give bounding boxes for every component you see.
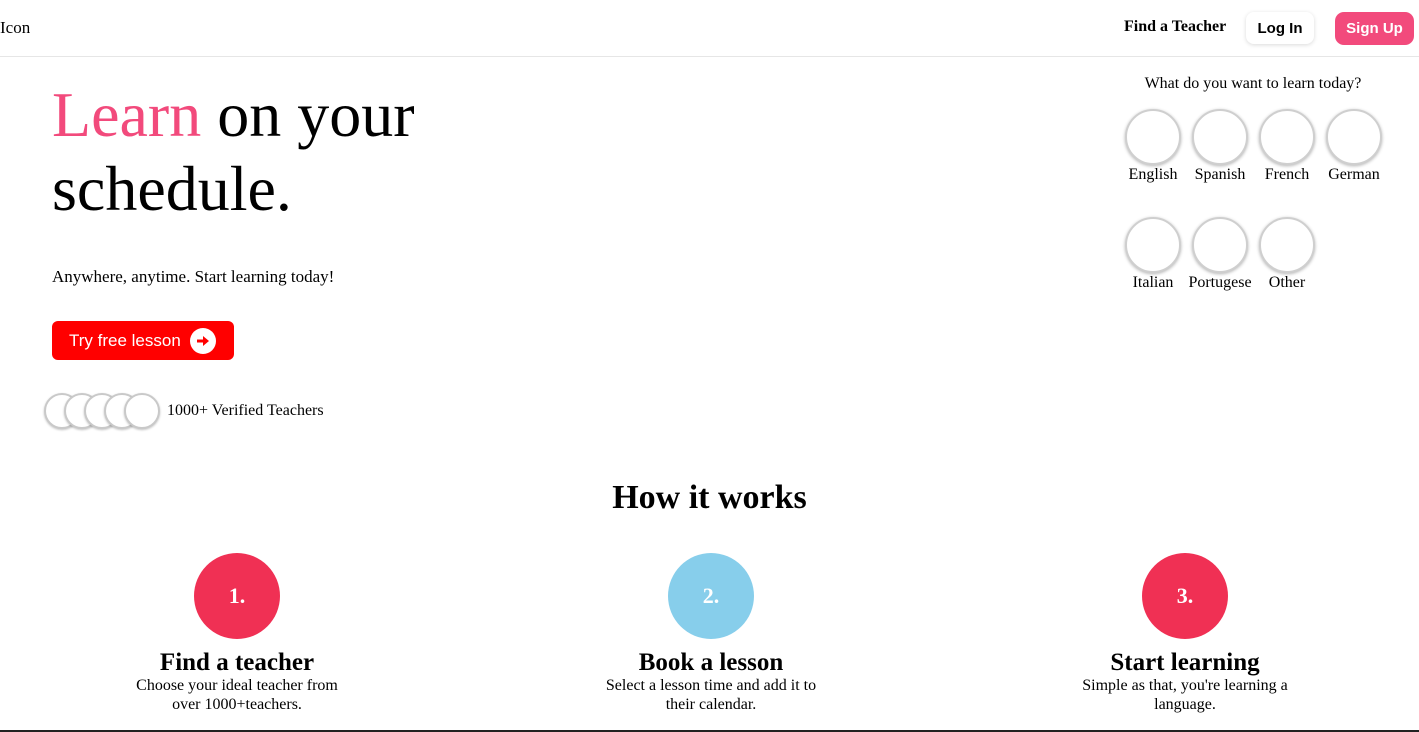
step-title: Start learning [1110,649,1260,676]
language-italian[interactable]: Italian [1118,217,1188,293]
verified-teachers-count: 1000+ Verified Teachers [167,402,324,419]
language-portugese-icon [1192,217,1248,273]
step-description: Choose your ideal teacher from over 1000… [136,677,338,713]
login-button[interactable]: Log In [1246,12,1314,44]
language-label: English [1128,166,1178,183]
avatar [124,393,160,429]
language-spanish-icon [1192,109,1248,165]
step-number-badge: 3. [1142,553,1228,639]
step-start-learning: 3. Start learning Simple as that, you're… [1055,553,1315,714]
language-english-icon [1125,109,1181,165]
language-french-icon [1259,109,1315,165]
step-book-lesson: 2. Book a lesson Select a lesson time an… [581,553,841,714]
language-german-icon [1326,109,1382,165]
step-number-badge: 2. [668,553,754,639]
language-english[interactable]: English [1118,109,1188,185]
language-label: Spanish [1194,166,1246,183]
language-other[interactable]: Other [1252,217,1322,293]
try-free-lesson-label: Try free lesson [69,330,181,350]
teacher-avatars [44,393,164,429]
arrow-right-icon [190,328,216,354]
top-navbar: Icon Find a Teacher Log In Sign Up [0,0,1419,57]
language-other-icon [1259,217,1315,273]
language-label: Other [1268,274,1306,291]
step-number-badge: 1. [194,553,280,639]
language-label: German [1328,166,1380,183]
language-label: French [1264,166,1310,183]
step-description: Select a lesson time and add it to their… [605,677,817,713]
hero-title-accent: Learn [52,79,202,150]
step-description: Simple as that, you're learning a langua… [1082,677,1288,713]
language-label: Portugese [1188,274,1252,291]
logo[interactable]: Icon [0,18,30,38]
hero-title: Learn on your schedule. [52,78,572,226]
language-spanish[interactable]: Spanish [1185,109,1255,185]
language-french[interactable]: French [1252,109,1322,185]
how-it-works-title: How it works [612,479,807,516]
step-title: Book a lesson [638,649,784,676]
hero-subtitle: Anywhere, anytime. Start learning today! [52,267,335,286]
language-german[interactable]: German [1319,109,1389,185]
step-title: Find a teacher [159,649,315,676]
find-teacher-link[interactable]: Find a Teacher [1124,18,1226,36]
language-portugese[interactable]: Portugese [1185,217,1255,293]
step-find-teacher: 1. Find a teacher Choose your ideal teac… [107,553,367,714]
language-label: Italian [1132,274,1174,291]
signup-button[interactable]: Sign Up [1335,12,1414,45]
language-italian-icon [1125,217,1181,273]
language-question: What do you want to learn today? [1144,75,1362,92]
try-free-lesson-button[interactable]: Try free lesson [52,321,234,360]
